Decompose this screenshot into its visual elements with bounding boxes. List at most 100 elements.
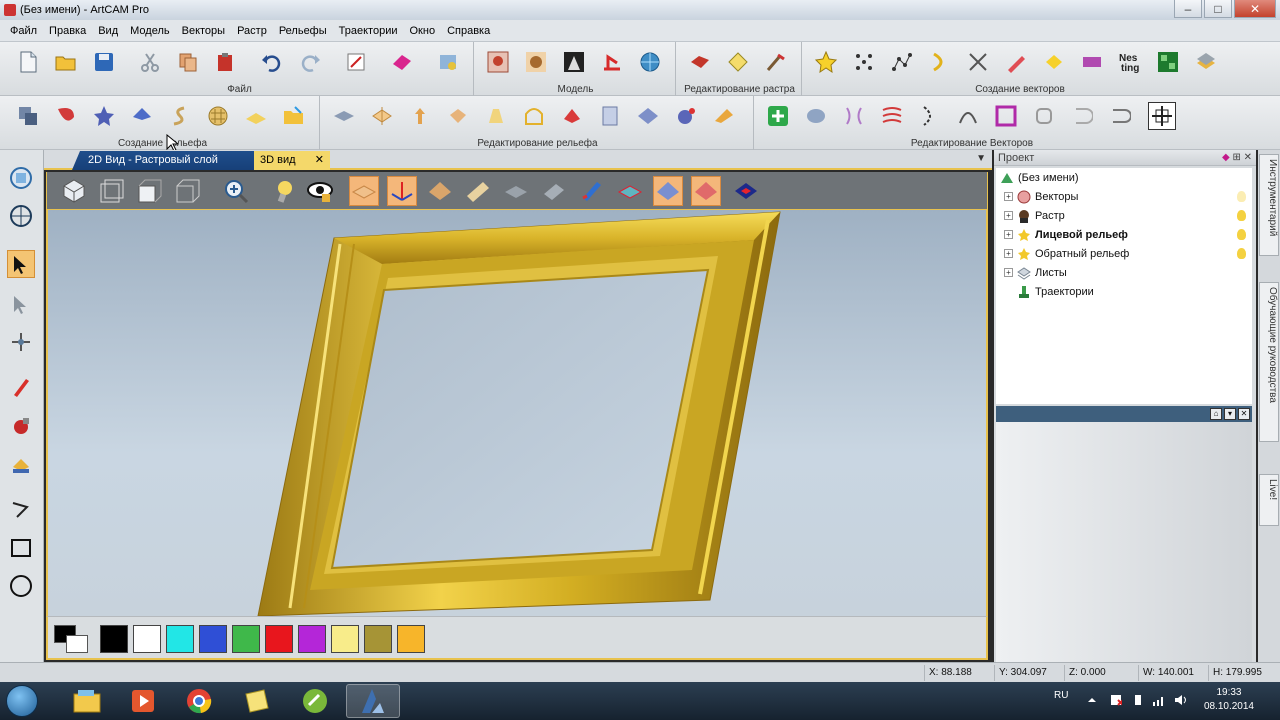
vector-nodes-button[interactable] bbox=[850, 48, 878, 76]
tree-item-toolpaths[interactable]: Траектории bbox=[996, 282, 1252, 301]
menu-file[interactable]: Файл bbox=[10, 25, 37, 37]
ellipse-tool[interactable] bbox=[7, 572, 35, 600]
relief-edit-6-button[interactable] bbox=[520, 102, 548, 130]
taskbar-explorer-icon[interactable] bbox=[60, 684, 114, 718]
view-tool-7-button[interactable] bbox=[577, 176, 607, 206]
tab-2d-view[interactable]: 2D Вид - Растровый слой bbox=[72, 151, 254, 170]
view-top-button[interactable] bbox=[97, 176, 127, 206]
relief-combine-button[interactable] bbox=[14, 102, 42, 130]
edit-notes-button[interactable] bbox=[342, 48, 370, 76]
color-swatch[interactable] bbox=[133, 625, 161, 653]
paint-tool[interactable] bbox=[7, 412, 35, 440]
eraser-button[interactable] bbox=[388, 48, 416, 76]
view-iso-button[interactable] bbox=[59, 176, 89, 206]
vector-add-button[interactable] bbox=[764, 102, 792, 130]
cut-button[interactable] bbox=[136, 48, 164, 76]
model-image-2-button[interactable] bbox=[522, 48, 550, 76]
relief-extrude-button[interactable] bbox=[128, 102, 156, 130]
side-tab-live[interactable]: Live! bbox=[1259, 474, 1279, 526]
light-bulb-icon[interactable] bbox=[269, 176, 299, 206]
minimize-button[interactable]: – bbox=[1174, 0, 1202, 18]
tree-root[interactable]: (Без имени) bbox=[996, 168, 1252, 187]
vector-edit-4-button[interactable] bbox=[878, 102, 906, 130]
visibility-bulb-icon[interactable] bbox=[1237, 229, 1246, 240]
vector-shape-button[interactable] bbox=[1040, 48, 1068, 76]
float-icon[interactable]: ⊞ bbox=[1232, 152, 1240, 163]
relief-star-button[interactable] bbox=[90, 102, 118, 130]
visibility-bulb-icon[interactable] bbox=[1237, 210, 1246, 221]
taskbar-artcam-icon[interactable] bbox=[346, 684, 400, 718]
menu-view[interactable]: Вид bbox=[98, 25, 118, 37]
relief-edit-9-button[interactable] bbox=[634, 102, 662, 130]
nesting-button[interactable]: Nes ting bbox=[1116, 48, 1144, 76]
color-swatch[interactable] bbox=[397, 625, 425, 653]
select-region-tool[interactable] bbox=[7, 164, 35, 192]
show-hidden-icons-icon[interactable] bbox=[1086, 694, 1098, 706]
relief-edit-8-button[interactable] bbox=[596, 102, 624, 130]
tab-3d-view[interactable]: 3D вид ✕ bbox=[254, 151, 330, 170]
select-arrow-tool[interactable] bbox=[7, 250, 35, 278]
vector-star-button[interactable] bbox=[812, 48, 840, 76]
side-tab-tools[interactable]: Инструментарий bbox=[1259, 154, 1279, 256]
relief-edit-3-button[interactable] bbox=[406, 102, 434, 130]
menu-toolpaths[interactable]: Траектории bbox=[339, 25, 398, 37]
view-tool-11-button[interactable] bbox=[731, 176, 761, 206]
vector-edit-10-button[interactable] bbox=[1106, 102, 1134, 130]
color-swatch[interactable] bbox=[265, 625, 293, 653]
node-edit-tool[interactable] bbox=[7, 290, 35, 318]
relief-shaded-view-button[interactable] bbox=[349, 176, 379, 206]
relief-folder-button[interactable] bbox=[280, 102, 308, 130]
vector-edit-9-button[interactable] bbox=[1068, 102, 1096, 130]
menu-model[interactable]: Модель bbox=[130, 25, 169, 37]
vector-edit-7-button[interactable] bbox=[992, 102, 1020, 130]
vector-polyline-button[interactable] bbox=[888, 48, 916, 76]
relief-edit-11-button[interactable] bbox=[710, 102, 738, 130]
expand-icon[interactable]: + bbox=[1004, 268, 1013, 277]
network-icon[interactable] bbox=[1152, 694, 1164, 706]
taskbar-sticky-icon[interactable] bbox=[230, 684, 284, 718]
tree-item-back-relief[interactable]: + Обратный рельеф bbox=[996, 244, 1252, 263]
relief-edit-4-button[interactable] bbox=[444, 102, 472, 130]
view-tool-6-button[interactable] bbox=[539, 176, 569, 206]
color-swatch[interactable] bbox=[331, 625, 359, 653]
rectangle-tool[interactable] bbox=[7, 534, 35, 562]
close-button[interactable]: ✕ bbox=[1234, 0, 1276, 18]
fill-tool[interactable] bbox=[7, 450, 35, 478]
volume-icon[interactable] bbox=[1174, 694, 1186, 706]
view-front-button[interactable] bbox=[135, 176, 165, 206]
vector-pencil-button[interactable] bbox=[1002, 48, 1030, 76]
fg-bg-color-picker[interactable] bbox=[54, 625, 90, 653]
visibility-bulb-icon[interactable] bbox=[1237, 191, 1246, 202]
home-icon[interactable]: ⌂ bbox=[1210, 408, 1222, 420]
vector-text-button[interactable] bbox=[1078, 48, 1106, 76]
vector-cross-button[interactable] bbox=[964, 48, 992, 76]
vector-transform-button[interactable] bbox=[1148, 102, 1176, 130]
view-tool-9-button[interactable] bbox=[653, 176, 683, 206]
color-swatch[interactable] bbox=[100, 625, 128, 653]
vector-edit-5-button[interactable] bbox=[916, 102, 944, 130]
globe-tool[interactable] bbox=[7, 202, 35, 230]
undo-button[interactable] bbox=[258, 48, 286, 76]
relief-weave-button[interactable] bbox=[204, 102, 232, 130]
viewport-3d[interactable] bbox=[46, 210, 988, 616]
transform-tool[interactable] bbox=[7, 328, 35, 356]
new-file-button[interactable] bbox=[14, 48, 42, 76]
vector-arc-button[interactable] bbox=[926, 48, 954, 76]
eye-visibility-icon[interactable] bbox=[305, 176, 335, 206]
relief-edit-10-button[interactable] bbox=[672, 102, 700, 130]
expand-icon[interactable]: + bbox=[1004, 211, 1013, 220]
vector-edit-2-button[interactable] bbox=[802, 102, 830, 130]
expand-icon[interactable]: + bbox=[1004, 230, 1013, 239]
relief-shape-button[interactable] bbox=[52, 102, 80, 130]
language-indicator[interactable]: RU bbox=[1054, 690, 1068, 701]
menu-bitmap[interactable]: Растр bbox=[237, 25, 267, 37]
color-swatch[interactable] bbox=[199, 625, 227, 653]
view-tool-5-button[interactable] bbox=[501, 176, 531, 206]
tree-item-front-relief[interactable]: + Лицевой рельеф bbox=[996, 225, 1252, 244]
dropdown-icon[interactable]: ▾ bbox=[1224, 408, 1236, 420]
tree-item-raster[interactable]: + Растр bbox=[996, 206, 1252, 225]
taskbar-media-icon[interactable] bbox=[116, 684, 170, 718]
view-tool-10-button[interactable] bbox=[691, 176, 721, 206]
raster-tool-1-button[interactable] bbox=[686, 48, 714, 76]
axes-view-button[interactable] bbox=[387, 176, 417, 206]
